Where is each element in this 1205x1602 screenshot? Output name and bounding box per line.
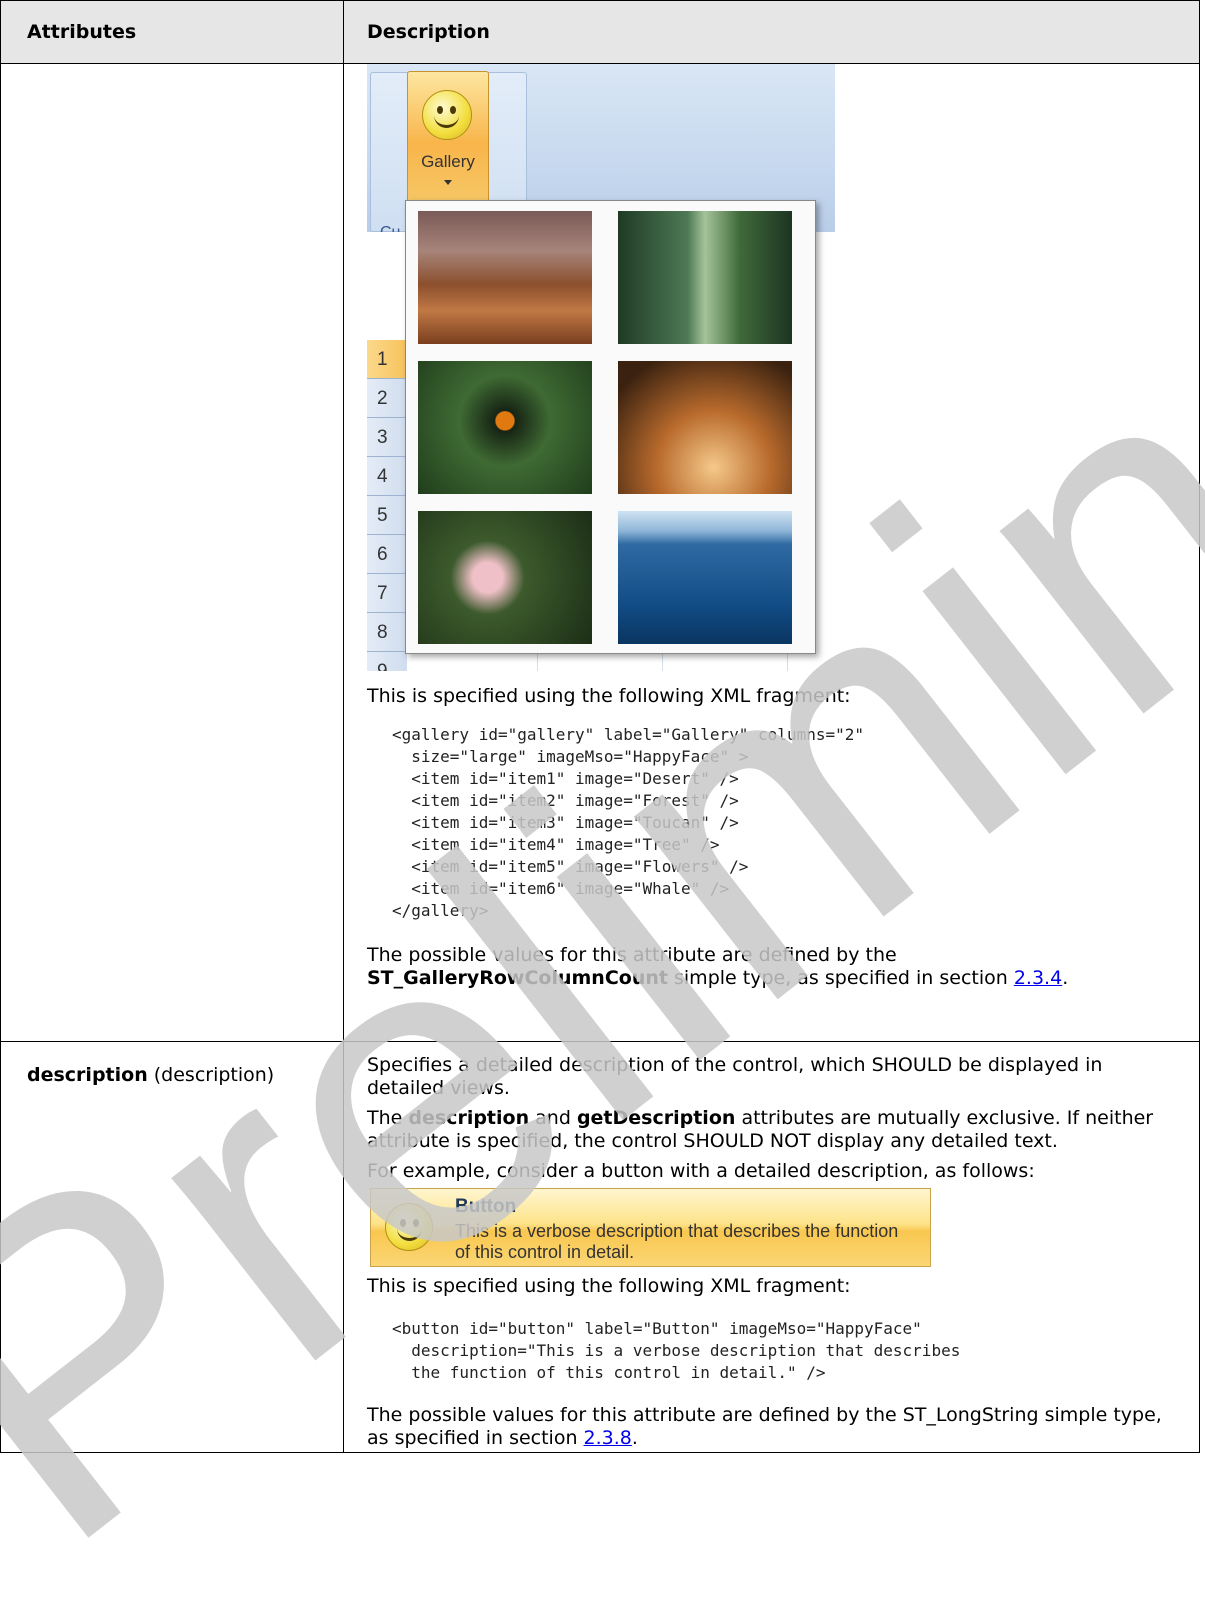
possible-values: The possible values for this attribute a… — [367, 944, 1185, 990]
section-link[interactable]: 2.3.4 — [1014, 967, 1062, 989]
xml-intro: This is specified using the following XM… — [367, 685, 851, 707]
gallery-item-flowers[interactable] — [418, 511, 592, 644]
section-link[interactable]: 2.3.8 — [584, 1427, 632, 1449]
row-header: 5 — [367, 496, 407, 535]
gallery-button[interactable]: Gallery — [407, 71, 489, 203]
possible-values: The possible values for this attribute a… — [367, 1404, 1185, 1452]
attribute-name: description — [27, 1064, 148, 1086]
gallery-item-forest[interactable] — [618, 211, 792, 344]
text: The — [367, 1107, 409, 1129]
happy-face-icon — [422, 90, 472, 140]
row-headers: 1 2 3 4 5 6 7 8 9 — [367, 340, 407, 671]
gallery-item-whale[interactable] — [618, 511, 792, 644]
gallery-item-tree[interactable] — [618, 361, 792, 494]
period: . — [1062, 967, 1069, 989]
gallery-item-toucan[interactable] — [418, 361, 592, 494]
row-header: 1 — [367, 340, 407, 379]
table-header-row: Attributes Description — [0, 0, 1200, 64]
happy-face-icon — [385, 1203, 433, 1251]
gallery-screenshot: Cu Gallery 1 2 3 4 — [367, 64, 835, 671]
code-block: <button id="button" label="Button" image… — [392, 1319, 961, 1382]
attribute-cell: description (description) — [0, 1041, 344, 1453]
button-description: This is a verbose description that descr… — [455, 1221, 899, 1262]
gallery-dropdown — [405, 200, 816, 654]
gallery-button-label: Gallery — [421, 152, 475, 171]
row-header: 6 — [367, 535, 407, 574]
attribute-paren: (description) — [147, 1064, 275, 1086]
button-title: Button — [455, 1196, 517, 1217]
period: . — [631, 1427, 638, 1449]
column-header-attributes: Attributes — [0, 0, 344, 64]
table-row: description (description) Specifies a de… — [0, 1041, 1200, 1453]
table-row: Cu Gallery 1 2 3 4 — [0, 63, 1200, 1042]
values-text: The possible values for this attribute a… — [367, 1404, 1162, 1449]
row-header: 8 — [367, 613, 407, 652]
description-cell: Specifies a detailed description of the … — [343, 1041, 1200, 1453]
row-header: 4 — [367, 457, 407, 496]
text-bold: getDescription — [576, 1107, 736, 1129]
values-suffix: simple type, as specified in section — [667, 967, 1014, 989]
paragraph: For example, consider a button with a de… — [367, 1160, 1035, 1182]
attribute-cell-empty — [0, 63, 344, 1042]
gallery-item-desert[interactable] — [418, 211, 592, 344]
column-header-description: Description — [343, 0, 1200, 64]
paragraph: Specifies a detailed description of the … — [367, 1054, 1103, 1099]
description-cell: Cu Gallery 1 2 3 4 — [343, 63, 1200, 1042]
dropdown-arrow-icon — [444, 180, 452, 185]
code-block: <gallery id="gallery" label="Gallery" co… — [392, 725, 865, 920]
xml-intro: This is specified using the following XM… — [367, 1275, 851, 1297]
row-header: 2 — [367, 379, 407, 418]
text-bold: description — [408, 1107, 530, 1129]
type-name: ST_GalleryRowColumnCount — [367, 967, 668, 989]
row-header: 7 — [367, 574, 407, 613]
row-header: 9 — [367, 652, 407, 671]
attributes-table: Attributes Description Cu Gallery — [0, 0, 1200, 1453]
paragraph: The description and getDescription attri… — [367, 1107, 1185, 1153]
text: and — [529, 1107, 577, 1129]
row-header: 3 — [367, 418, 407, 457]
values-prefix: The possible values for this attribute a… — [367, 944, 897, 966]
button-screenshot: Button This is a verbose description tha… — [370, 1188, 931, 1267]
